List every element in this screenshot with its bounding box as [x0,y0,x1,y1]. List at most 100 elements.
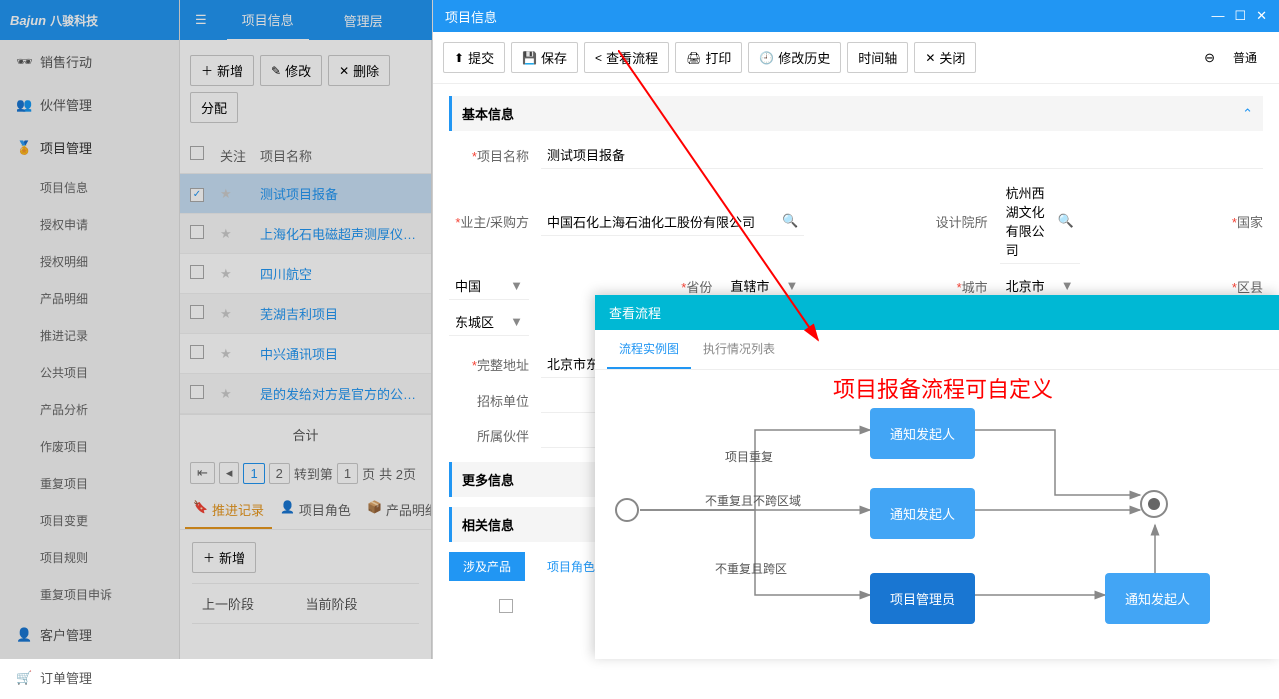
flow-tab-diagram[interactable]: 流程实例图 [607,330,691,369]
nav-sub-item[interactable]: 授权明细 [0,243,179,280]
chevron-up-icon[interactable]: ⌃ [1242,106,1253,122]
mode-pill[interactable]: 普通 [1221,46,1269,69]
sub-tab-progress[interactable]: 🔖推进记录 [185,492,272,529]
sidebar: Bajun八骏科技 🕶销售行动👥伙伴管理🏅项目管理项目信息授权申请授权明细产品明… [0,0,180,659]
row-checkbox[interactable] [190,385,204,399]
search-icon[interactable]: 🔍 [1057,213,1073,229]
nav-section-0[interactable]: 🕶销售行动 [0,40,179,83]
star-icon[interactable]: ★ [220,186,260,202]
flow-node-notify-2[interactable]: 通知发起人 [870,488,975,539]
hamburger-icon[interactable]: ☰ [195,12,207,28]
star-icon[interactable]: ★ [220,346,260,362]
list-total: 合计 [180,414,431,454]
delete-button[interactable]: ✕ 删除 [328,55,390,86]
nav-sub-item[interactable]: 重复项目申诉 [0,576,179,613]
star-icon[interactable]: ★ [220,226,260,242]
row-checkbox[interactable] [190,265,204,279]
nav-icon: 🛒 [16,670,32,686]
submit-button[interactable]: ⬆ 提交 [443,42,505,73]
design-inst-field[interactable]: 杭州西湖文化有限公司🔍 [1000,179,1080,264]
project-name-link[interactable]: 四川航空 [260,264,421,283]
top-tab-management[interactable]: 管理层 [329,1,398,40]
list-row[interactable]: ★中兴通讯项目 [180,334,431,374]
nav-sub-item[interactable]: 重复项目 [0,465,179,502]
row-checkbox[interactable] [190,225,204,239]
search-icon[interactable]: 🔍 [782,213,798,229]
flow-node-admin[interactable]: 项目管理员 [870,573,975,624]
chevron-down-icon[interactable]: ▼ [1061,278,1074,293]
page-1[interactable]: 1 [243,463,264,484]
top-tab-project-info[interactable]: 项目信息 [227,0,309,41]
nav-sub-item[interactable]: 项目规则 [0,539,179,576]
nav-section-3[interactable]: 👤客户管理 [0,613,179,656]
sub-add-button[interactable]: ＋ 新增 [192,542,256,573]
close-button[interactable]: ✕ 关闭 [914,42,976,73]
project-name-link[interactable]: 芜湖吉利项目 [260,304,421,323]
flow-label-nodup-nocross: 不重复且不跨区域 [705,492,801,509]
project-name-link[interactable]: 是的发给对方是官方的公司... [260,384,421,403]
maximize-icon[interactable]: ☐ [1234,8,1246,24]
pagination: ⇤ ◂ 1 2 转到第 1 页 共 2页 [180,454,431,492]
nav-sub-item[interactable]: 作废项目 [0,428,179,465]
page-2[interactable]: 2 [269,463,290,484]
list-row[interactable]: ★芜湖吉利项目 [180,294,431,334]
list-row[interactable]: ★是的发给对方是官方的公司... [180,374,431,414]
first-page[interactable]: ⇤ [190,462,215,484]
list-row[interactable]: ★上海化石电磁超声测厚仪X3... [180,214,431,254]
star-icon[interactable]: ★ [220,306,260,322]
view-flow-button[interactable]: < 查看流程 [584,42,669,73]
timeline-button[interactable]: 时间轴 [847,42,908,73]
close-window-icon[interactable]: ✕ [1256,8,1267,24]
nav-sub-item[interactable]: 产品明细 [0,280,179,317]
nav-section-4[interactable]: 🛒订单管理 [0,656,179,699]
list-row[interactable]: ★测试项目报备 [180,174,431,214]
flow-node-notify-3[interactable]: 通知发起人 [1105,573,1210,624]
related-checkbox[interactable] [499,599,513,613]
sub-tab-products[interactable]: 📦产品明细 [359,492,431,529]
star-icon[interactable]: ★ [220,386,260,402]
row-checkbox[interactable] [190,305,204,319]
row-checkbox[interactable] [190,345,204,359]
owner-field[interactable]: 中国石化上海石油化工股份有限公司🔍 [541,208,804,236]
country-field[interactable]: 中国▼ [449,272,529,300]
goto-input[interactable]: 1 [337,463,358,484]
chevron-down-icon[interactable]: ▼ [510,278,523,293]
nav-sub-item[interactable]: 授权申请 [0,206,179,243]
project-name-link[interactable]: 上海化石电磁超声测厚仪X3... [260,224,421,243]
prev-page[interactable]: ◂ [219,462,240,484]
nav-section-1[interactable]: 👥伙伴管理 [0,83,179,126]
related-tab-products[interactable]: 涉及产品 [449,552,525,581]
chevron-down-icon[interactable]: ▼ [510,314,523,329]
project-name-link[interactable]: 中兴通讯项目 [260,344,421,363]
history-button[interactable]: 🕘 修改历史 [748,42,841,73]
flow-tab-list[interactable]: 执行情况列表 [691,330,787,369]
flow-node-notify-1[interactable]: 通知发起人 [870,408,975,459]
nav-sub-item[interactable]: 公共项目 [0,354,179,391]
flow-canvas: 项目报备流程可自定义 项目重复 不重复且不跨区域 不重复且跨区 通知发起人 通知… [595,370,1279,650]
select-all-checkbox[interactable] [190,146,204,160]
save-button[interactable]: 💾 保存 [511,42,578,73]
add-button[interactable]: ＋ 新增 [190,55,254,86]
sub-tabs: 🔖推进记录 👤项目角色 📦产品明细 ... [180,492,431,530]
list-row[interactable]: ★四川航空 [180,254,431,294]
print-button[interactable]: 🖨 打印 [675,42,742,73]
distribute-button[interactable]: 分配 [190,92,238,123]
nav-section-2[interactable]: 🏅项目管理 [0,126,179,169]
star-icon[interactable]: ★ [220,266,260,282]
mode-toggle-icon[interactable]: ⊖ [1204,50,1215,66]
edit-button[interactable]: ✎ 修改 [260,55,322,86]
chevron-down-icon[interactable]: ▼ [785,278,798,293]
minimize-icon[interactable]: — [1211,8,1224,24]
nav-sub-item[interactable]: 产品分析 [0,391,179,428]
project-name-link[interactable]: 测试项目报备 [260,184,421,203]
sub-tab-roles[interactable]: 👤项目角色 [272,492,359,529]
nav-sub-item[interactable]: 推进记录 [0,317,179,354]
row-checkbox[interactable] [190,188,204,202]
project-name-field[interactable]: 测试项目报备 [541,141,1263,169]
flow-popup: 查看流程 流程实例图 执行情况列表 项目报备流程可自定义 项目重复 不重复且不跨… [595,295,1279,659]
nav-sub-item[interactable]: 项目变更 [0,502,179,539]
district-field[interactable]: 东城区▼ [449,308,529,336]
nav-sub-item[interactable]: 项目信息 [0,169,179,206]
section-basic[interactable]: 基本信息 ⌃ [449,96,1263,131]
flow-label-nodup-cross: 不重复且跨区 [715,560,787,577]
